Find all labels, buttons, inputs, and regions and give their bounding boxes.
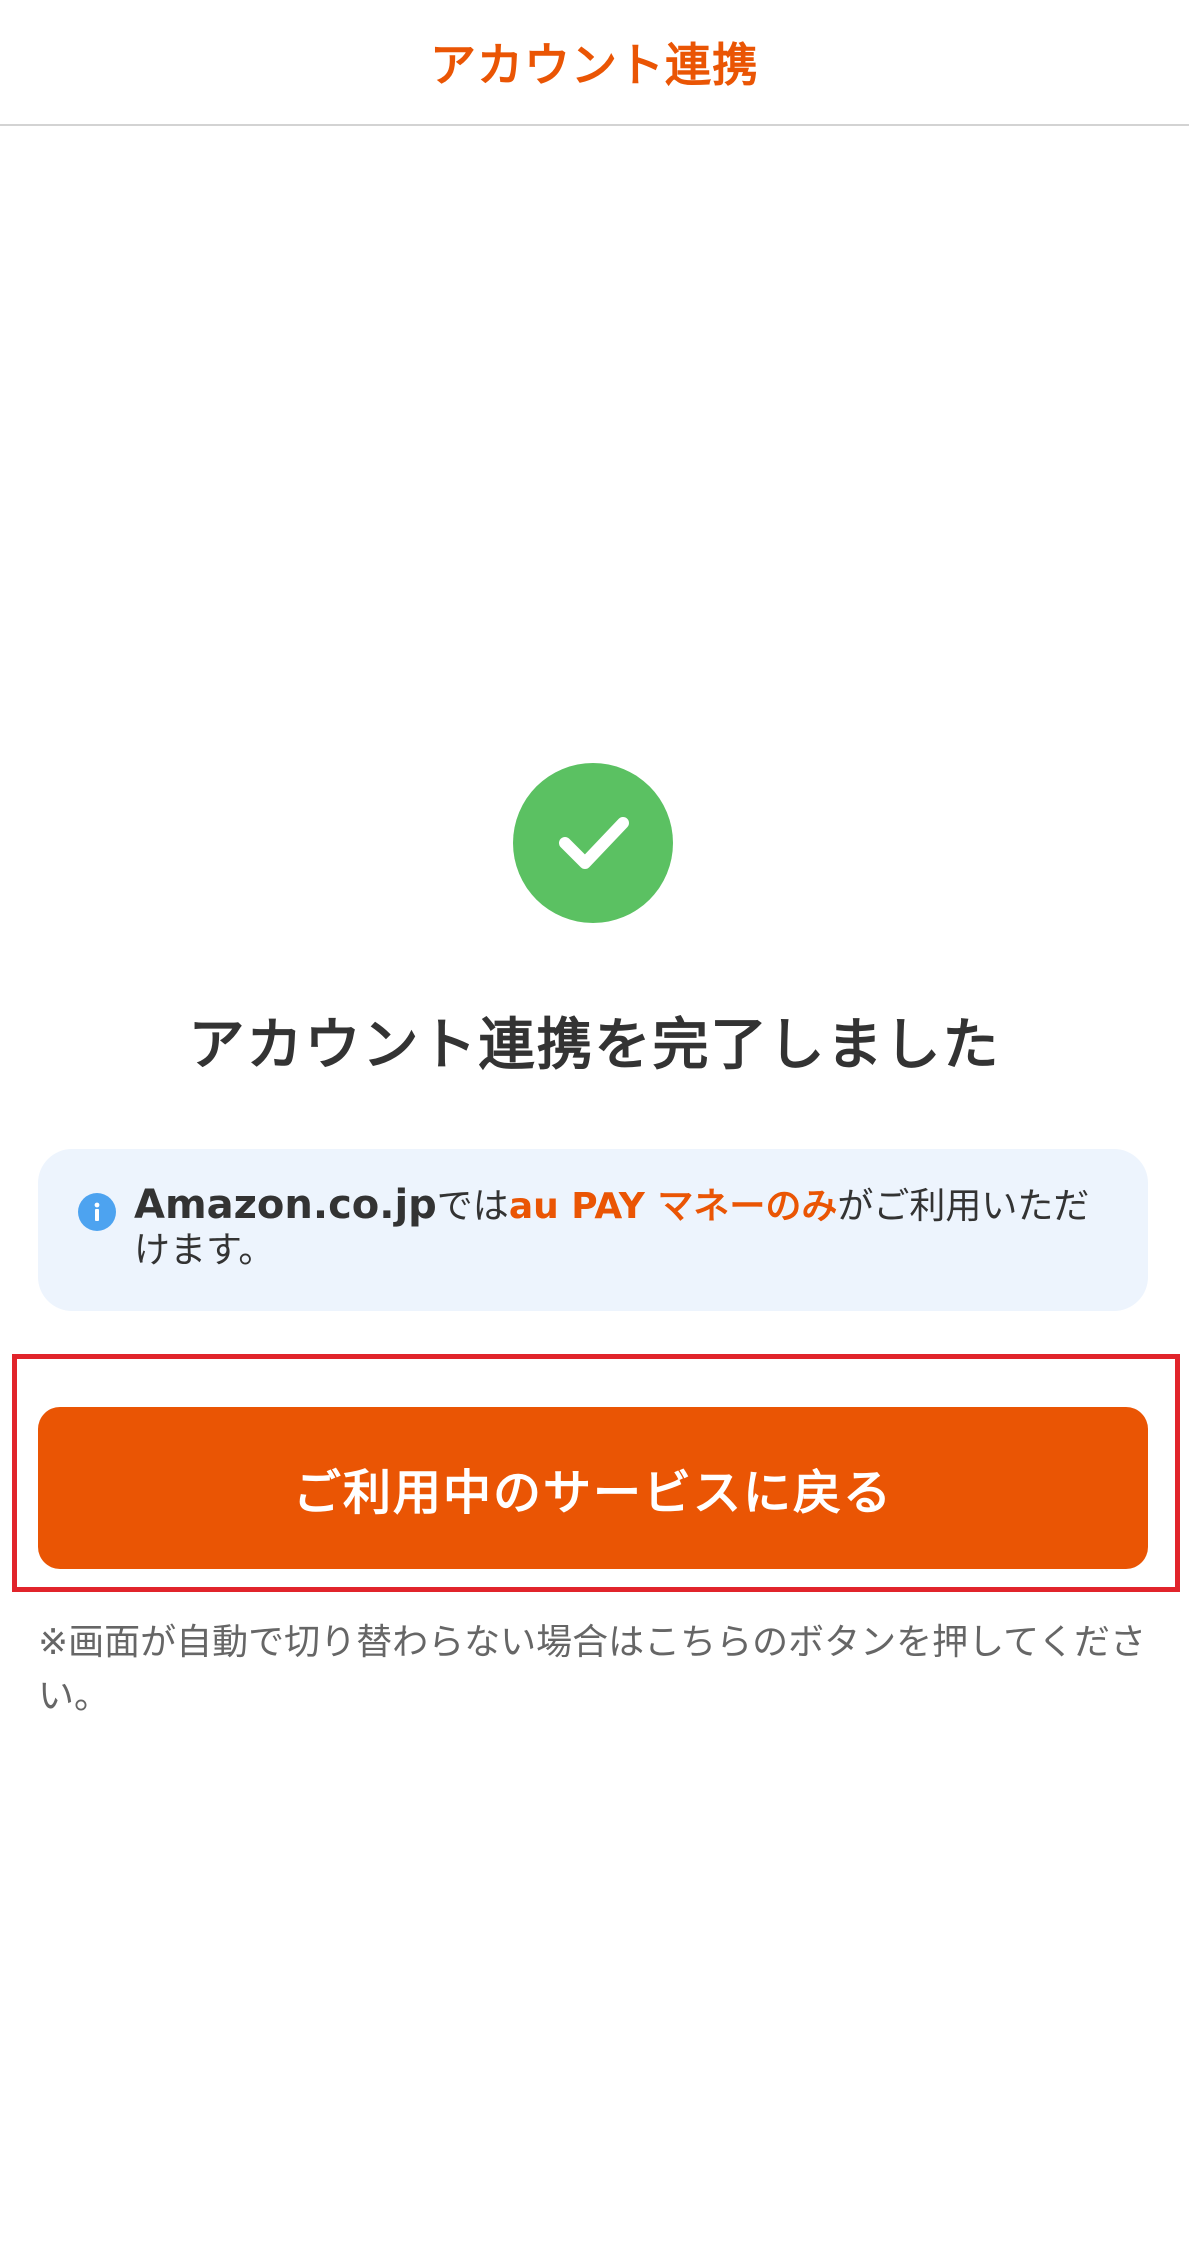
fallback-note: ※画面が自動で切り替わらない場合はこちらのボタンを押してください。	[38, 1622, 1147, 1717]
checkmark-icon	[559, 817, 629, 869]
info-highlight: au PAY マネーのみ	[508, 1186, 838, 1227]
info-icon	[78, 1193, 116, 1231]
info-box: Amazon.co.jpではau PAY マネーのみがご利用いただけます。	[38, 1149, 1148, 1311]
page-title: アカウント連携	[430, 38, 759, 92]
header: アカウント連携	[0, 0, 1189, 126]
completion-title: アカウント連携を完了しました	[188, 1013, 1001, 1078]
info-message: Amazon.co.jpではau PAY マネーのみがご利用いただけます。	[134, 1183, 1108, 1273]
return-to-service-button[interactable]: ご利用中のサービスに戻る	[38, 1407, 1148, 1569]
check-circle-icon	[513, 763, 673, 923]
info-text-1: では	[436, 1186, 509, 1227]
info-brand: Amazon.co.jp	[134, 1182, 437, 1228]
